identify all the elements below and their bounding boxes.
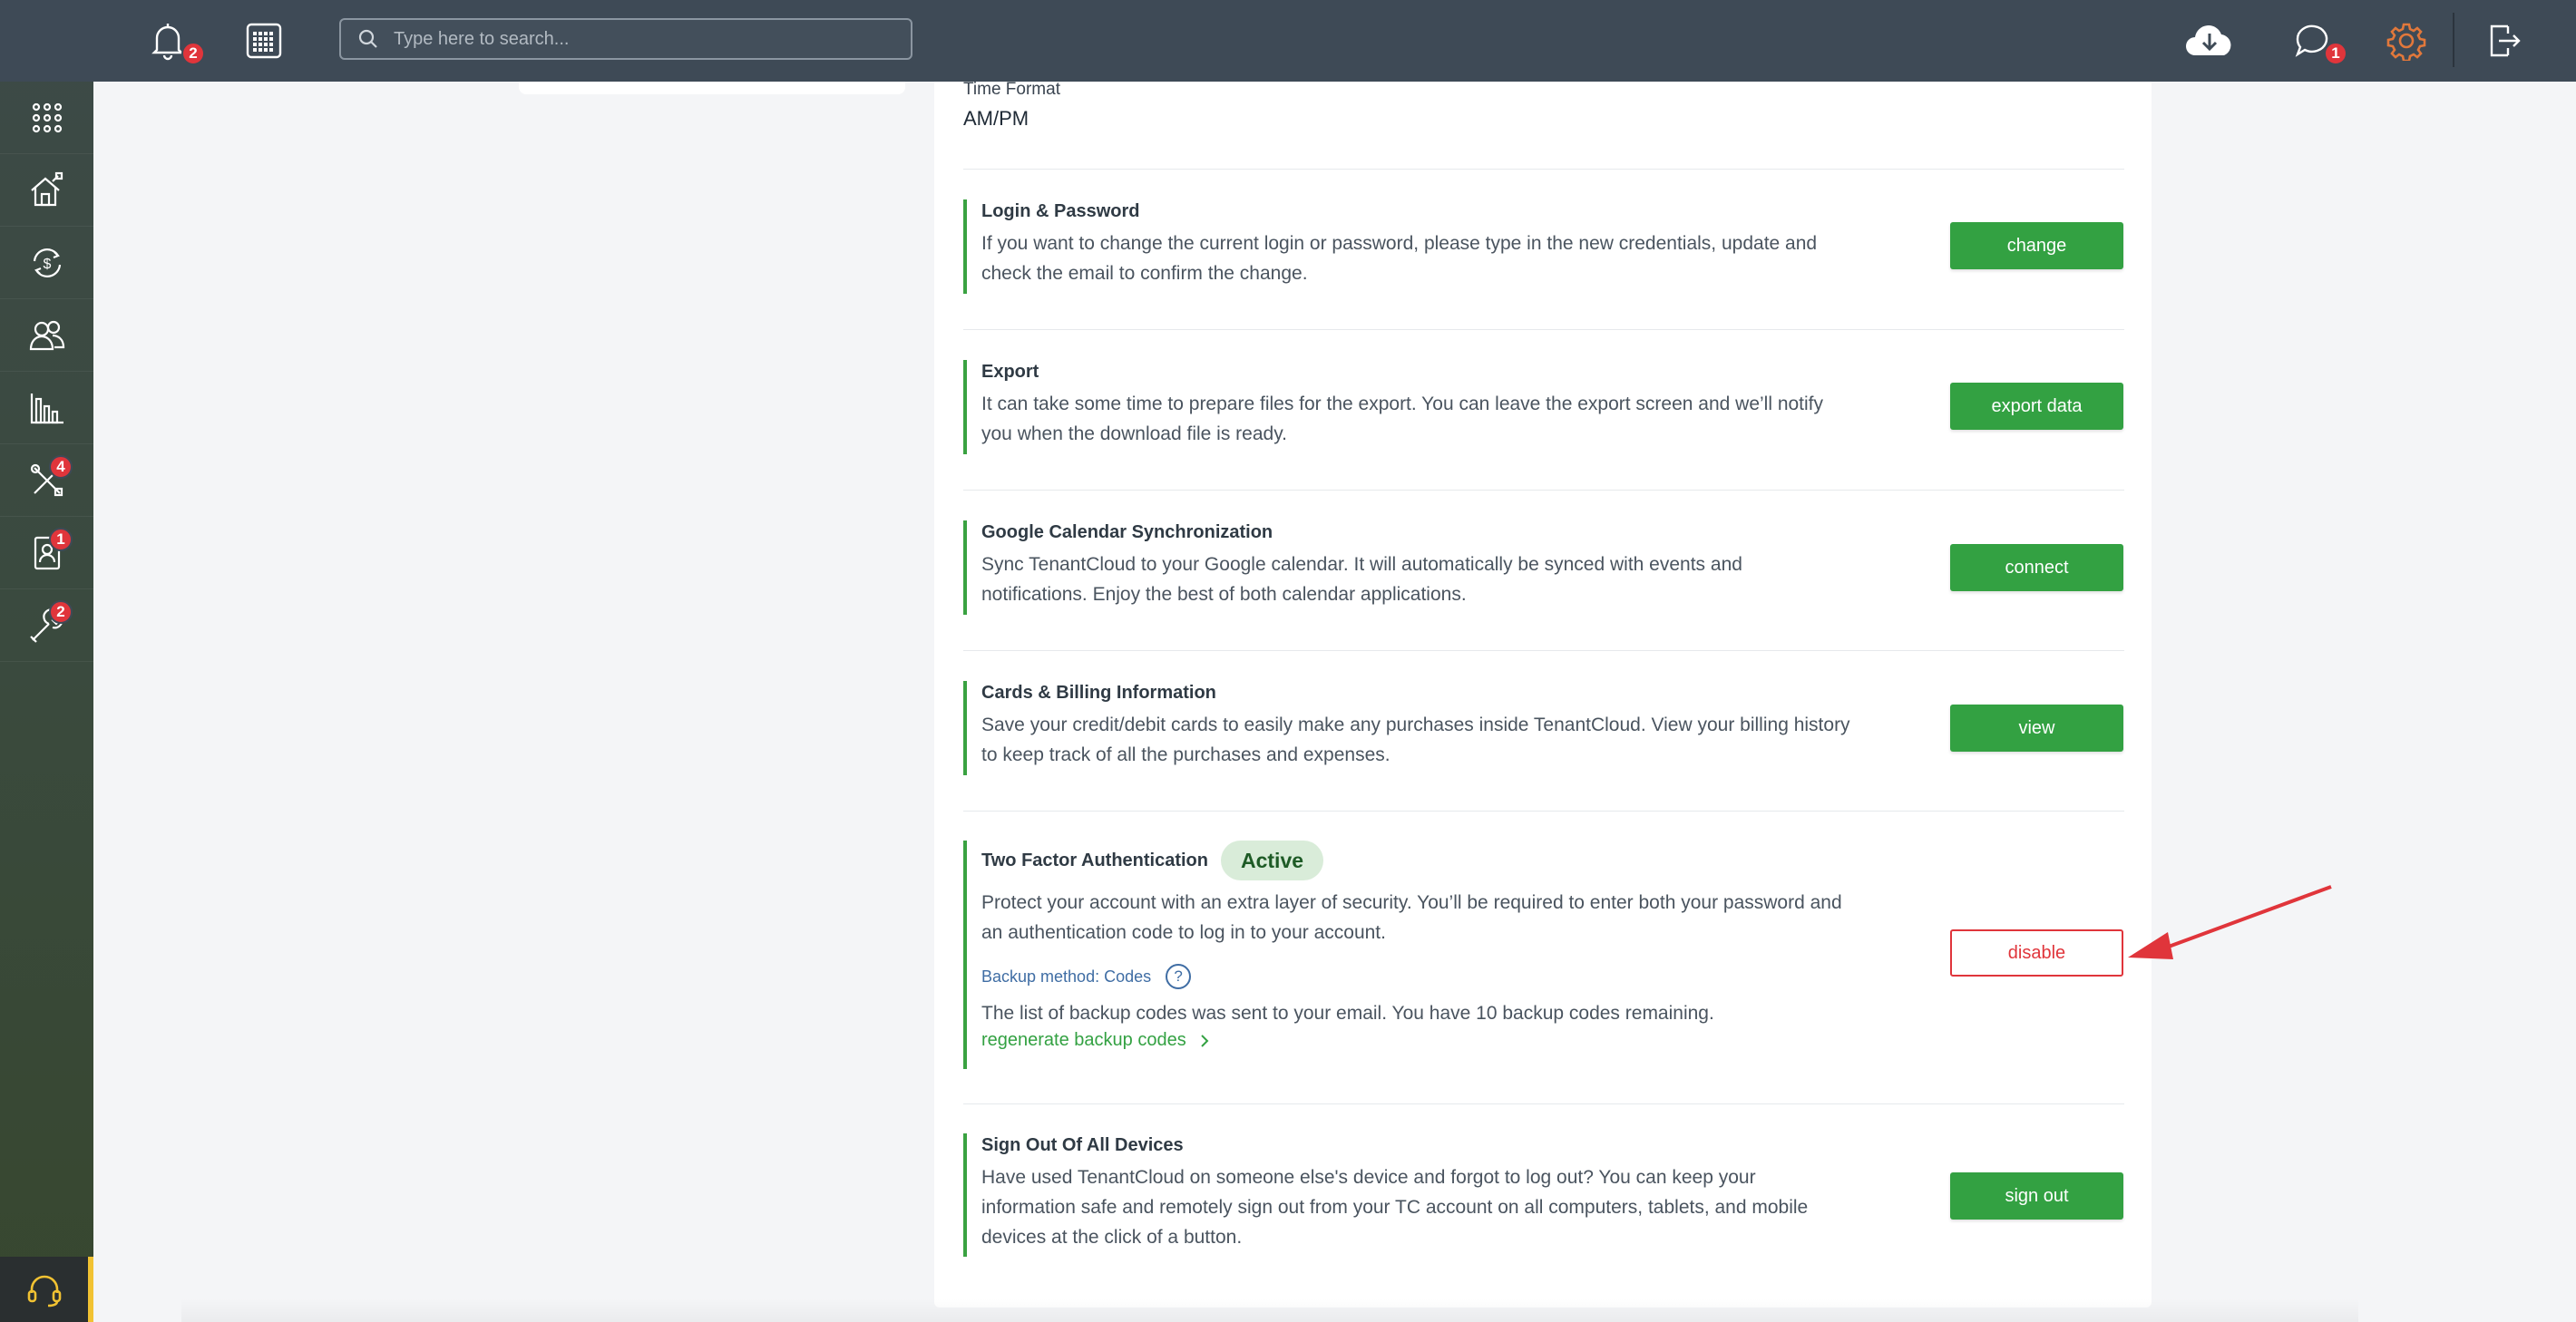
messages-badge: 1 [2324, 42, 2347, 65]
search-input[interactable] [394, 28, 883, 50]
section-title: Cards & Billing Information [981, 682, 1216, 703]
section-description: Save your credit/debit cards to easily m… [981, 714, 1850, 765]
section-title: Two Factor Authentication [981, 850, 1208, 870]
export-section: Export It can take some time to prepare … [963, 360, 1852, 454]
apps-grid-icon [32, 102, 62, 132]
export-data-button[interactable]: export data [1950, 383, 2123, 430]
settings-button[interactable] [2384, 16, 2429, 65]
cloud-download-icon [2186, 25, 2231, 56]
contacts-badge: 1 [49, 528, 73, 551]
divider [963, 811, 2124, 812]
search-bar[interactable] [339, 18, 912, 60]
sidebar-item-properties[interactable] [0, 154, 93, 227]
section-title-row: Two Factor Authentication Active [981, 841, 1852, 880]
section-title: Sign Out Of All Devices [981, 1134, 1184, 1155]
divider [963, 1103, 2124, 1104]
section-title: Export [981, 361, 1039, 382]
logout-button[interactable] [2482, 16, 2527, 65]
time-format-label: Time Format [963, 80, 1060, 99]
sign-out-section: Sign Out Of All Devices Have used Tenant… [963, 1133, 1852, 1257]
change-button[interactable]: change [1950, 222, 2123, 269]
footer-shadow [181, 1298, 2358, 1322]
regenerate-link[interactable]: regenerate backup codes [981, 1030, 1852, 1051]
help-icon[interactable]: ? [1166, 964, 1192, 989]
view-button[interactable]: view [1950, 705, 2123, 752]
section-description: Have used TenantCloud on someone else's … [981, 1167, 1809, 1248]
section-description: Sync TenantCloud to your Google calendar… [981, 554, 1742, 605]
divider [963, 490, 2124, 491]
bell-icon [151, 24, 184, 61]
divider [963, 169, 2124, 170]
sidebar-item-people[interactable] [0, 299, 93, 372]
time-format-value: AM/PM [963, 107, 1029, 130]
topbar-divider [2453, 13, 2454, 67]
divider [963, 650, 2124, 651]
connect-button[interactable]: connect [1950, 544, 2123, 591]
calendar-button[interactable] [241, 18, 287, 63]
login-password-section: Login & Password If you want to change t… [963, 199, 1852, 294]
sidebar-item-payments[interactable]: $ [0, 227, 93, 299]
tools-badge: 4 [49, 455, 73, 479]
backup-method-row: Backup method: Codes ? [981, 964, 1852, 989]
notifications-badge: 2 [181, 42, 205, 65]
backup-info: The list of backup codes was sent to you… [981, 1003, 1714, 1024]
svg-text:$: $ [43, 257, 51, 272]
search-icon [358, 29, 377, 48]
annotation-arrow-icon [2128, 885, 2332, 959]
settings-nav-card [519, 82, 905, 94]
section-description: Protect your account with an extra layer… [981, 892, 1842, 943]
sidebar-item-tools[interactable] [0, 444, 93, 517]
sidebar-item-contacts[interactable] [0, 517, 93, 589]
section-title: Google Calendar Synchronization [981, 521, 1273, 542]
maintenance-badge: 2 [49, 600, 73, 624]
sidebar-item-reports[interactable] [0, 372, 93, 444]
people-icon [29, 320, 64, 350]
sidebar-item-apps[interactable] [0, 82, 93, 154]
download-button[interactable] [2181, 16, 2239, 65]
google-calendar-section: Google Calendar Synchronization Sync Ten… [963, 520, 1852, 615]
billing-section: Cards & Billing Information Save your cr… [963, 681, 1852, 775]
logout-icon [2490, 24, 2521, 57]
chevron-right-icon [1201, 1034, 1209, 1047]
disable-button[interactable]: disable [1950, 929, 2123, 977]
regenerate-label: regenerate backup codes [981, 1030, 1186, 1050]
calendar-grid-icon [246, 23, 282, 59]
sidebar: $ 4 1 2 [0, 0, 93, 1322]
section-description: It can take some time to prepare files f… [981, 394, 1824, 444]
bar-chart-icon [30, 393, 63, 423]
section-description: If you want to change the current login … [981, 233, 1818, 284]
house-icon [30, 171, 63, 206]
gear-icon [2386, 23, 2426, 61]
support-button[interactable] [0, 1257, 93, 1322]
headset-icon [27, 1275, 61, 1307]
sidebar-item-maintenance[interactable] [0, 589, 93, 662]
divider [963, 329, 2124, 330]
backup-method-label: Backup method: Codes [981, 967, 1152, 986]
sign-out-button[interactable]: sign out [1950, 1172, 2123, 1220]
dollar-cycle-icon: $ [33, 248, 61, 277]
two-factor-section: Two Factor Authentication Active Protect… [963, 841, 1852, 1069]
status-badge: Active [1221, 841, 1324, 880]
section-title: Login & Password [981, 200, 1140, 221]
